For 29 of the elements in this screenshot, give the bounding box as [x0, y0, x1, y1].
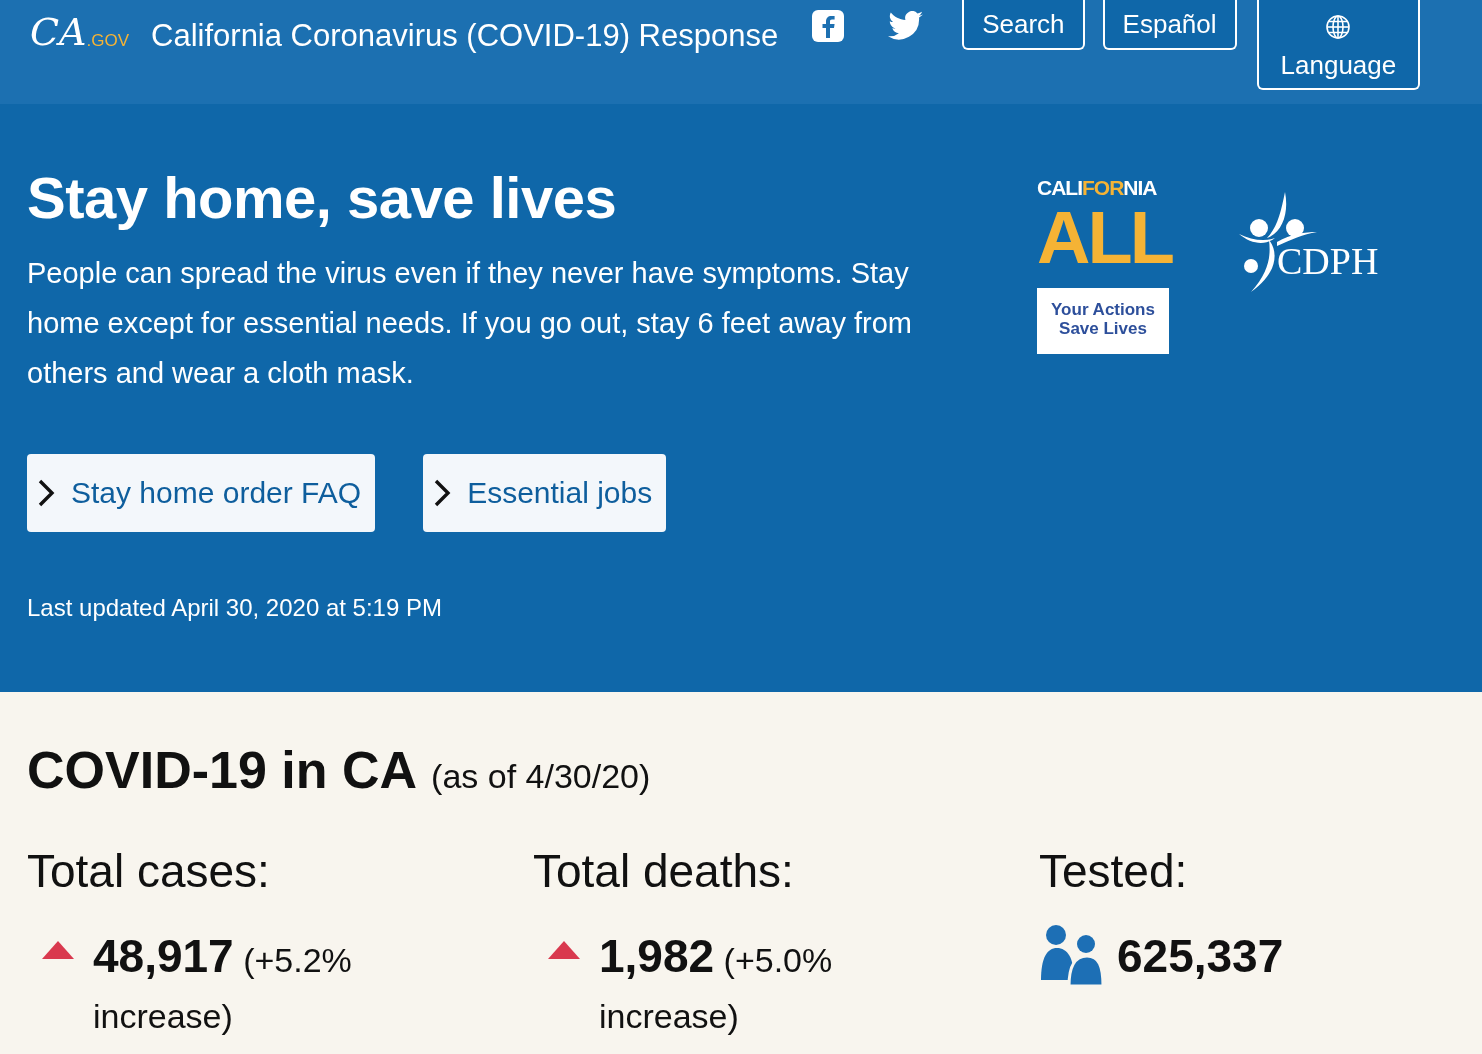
link-button[interactable]: Essential jobs	[423, 453, 667, 532]
last-updated-text: Last updated April 30, 2020 at 5:19 PM	[27, 593, 443, 622]
cdph-wordmark: CDPH	[1277, 239, 1379, 283]
chevron-icon	[433, 477, 452, 508]
california-wordmark: CALIFORNIA	[1037, 176, 1158, 200]
header-button[interactable]: Search	[962, 0, 1085, 50]
as-of-date: (as of 4/30/20)	[431, 757, 651, 796]
stat-value: 1,982 (+5.0% increase)	[599, 929, 834, 1037]
chevron-icon	[37, 477, 55, 508]
stat-value: 48,917 (+5.2% increase)	[93, 929, 353, 1037]
tagline-label: Your Actions Save Lives	[1037, 288, 1169, 354]
globe-icon	[1325, 13, 1352, 40]
header-button[interactable]: Español	[1102, 0, 1237, 50]
stat-value: 625,337	[1117, 929, 1285, 984]
section-heading: COVID-19 in CA	[27, 740, 418, 800]
site-logo[interactable]: CA.GOV	[30, 8, 130, 56]
hero-heading: Stay home, save lives	[27, 166, 618, 230]
stat-label: Total deaths:	[533, 844, 795, 898]
language-button[interactable]: Language	[1256, 0, 1421, 90]
up-triangle-icon	[41, 940, 75, 960]
site-title: California Coronavirus (COVID-19) Response	[151, 18, 779, 54]
link-button[interactable]: Stay home order FAQ	[27, 453, 376, 532]
hero-text: People can spread the virus even if they never have symptoms. Stay home except for essential needs. If you go out, stay 6 feet away from others and wear a cloth mask.	[27, 255, 913, 391]
facebook-icon[interactable]	[812, 10, 845, 42]
stat-label: Total cases:	[27, 844, 271, 898]
twitter-icon[interactable]	[888, 11, 925, 41]
people-icon	[1039, 922, 1105, 988]
stat-label: Tested:	[1039, 844, 1189, 898]
up-triangle-icon	[547, 940, 581, 960]
